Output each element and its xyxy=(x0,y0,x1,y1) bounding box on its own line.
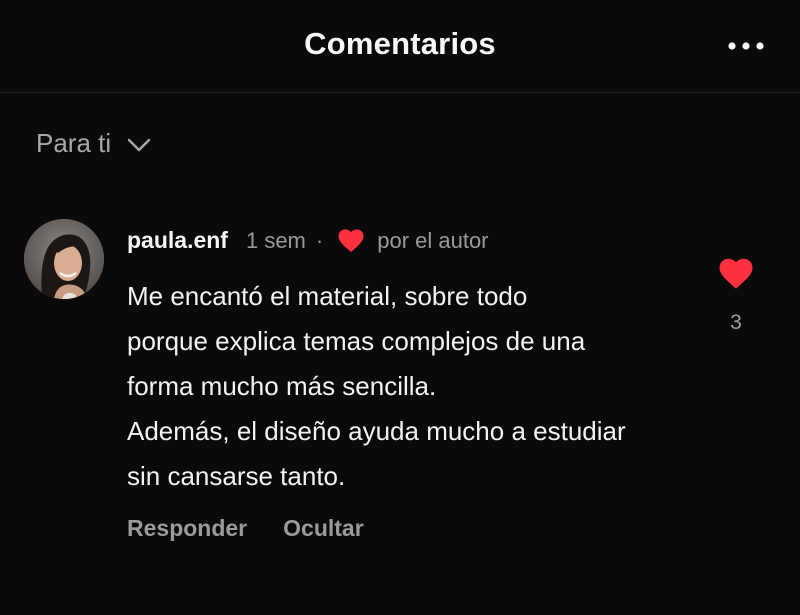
hide-button[interactable]: Ocultar xyxy=(283,515,364,542)
chevron-down-icon xyxy=(127,138,151,152)
like-count: 3 xyxy=(730,311,742,334)
like-button[interactable] xyxy=(716,253,756,293)
liked-by-author-label: por el autor xyxy=(377,227,489,253)
filter-label: Para ti xyxy=(36,128,112,158)
reply-button[interactable]: Responder xyxy=(127,515,247,542)
header: Comentarios xyxy=(0,0,800,93)
more-options-button[interactable] xyxy=(726,32,766,60)
comment-line: forma mucho más sencilla. xyxy=(127,371,437,401)
comment-line: sin cansarse tanto. xyxy=(127,461,346,491)
avatar[interactable] xyxy=(24,219,104,299)
author-liked-heart-icon xyxy=(337,228,365,253)
heart-icon xyxy=(719,258,753,289)
sort-filter-dropdown[interactable]: Para ti xyxy=(36,128,151,159)
comments-screen: Comentarios Para ti paula.enf 1 sem · po… xyxy=(0,0,800,615)
comment-line: porque explica temas complejos de una xyxy=(127,326,586,356)
page-title: Comentarios xyxy=(304,26,496,61)
meta-separator: · xyxy=(315,227,324,253)
comment-timestamp: 1 sem xyxy=(245,227,306,253)
comment-actions: Responder Ocultar xyxy=(127,515,364,542)
user-photo xyxy=(24,219,104,299)
comment-line: Además, el diseño ayuda mucho a estudiar xyxy=(127,416,626,446)
comment-username[interactable]: paula.enf xyxy=(127,227,228,254)
more-horizontal-icon xyxy=(728,42,764,50)
comment-line: Me encantó el material, sobre todo xyxy=(127,281,528,311)
comment-body: Me encantó el material, sobre todo porqu… xyxy=(127,274,727,499)
comment-meta: paula.enf 1 sem · por el autor xyxy=(127,227,489,254)
